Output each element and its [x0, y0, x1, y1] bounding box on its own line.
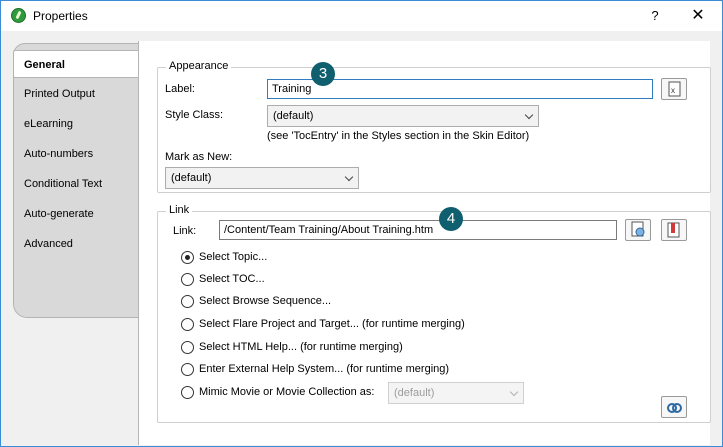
properties-dialog: Properties ? ✕ General Printed Output eL… — [0, 0, 723, 447]
appearance-legend: Appearance — [166, 60, 232, 72]
svg-text:x: x — [671, 86, 675, 95]
link-caption: Link: — [173, 225, 197, 237]
radio-label: Select TOC... — [199, 273, 265, 285]
mimic-movie-value: (default) — [394, 387, 435, 399]
mark-as-new-value: (default) — [171, 172, 212, 184]
callout-badge-4: 4 — [439, 207, 463, 231]
tab-conditional-text[interactable]: Conditional Text — [24, 178, 102, 190]
style-class-caption: Style Class: — [165, 109, 224, 121]
radio-label: Select Topic... — [199, 251, 268, 263]
tab-elearning[interactable]: eLearning — [24, 118, 73, 130]
mark-as-new-select[interactable]: (default) — [165, 167, 359, 189]
radio-label: Enter External Help System... (for runti… — [199, 363, 450, 375]
chevron-down-icon — [344, 172, 354, 182]
browse-link-button[interactable] — [625, 219, 651, 241]
callout-badge-3: 3 — [311, 62, 335, 86]
title-bar: Properties ? ✕ — [1, 1, 722, 31]
radio-label: Select Browse Sequence... — [199, 295, 332, 307]
radio-circle — [181, 251, 194, 264]
close-button[interactable]: ✕ — [683, 6, 713, 26]
chevron-down-icon — [524, 110, 534, 120]
link-input[interactable]: /Content/Team Training/About Training.ht… — [219, 220, 617, 240]
link-legend: Link — [166, 204, 193, 216]
tab-auto-numbers[interactable]: Auto-numbers — [24, 148, 93, 160]
help-button[interactable]: ? — [641, 6, 669, 26]
link-options-button[interactable] — [661, 396, 687, 418]
tab-auto-generate[interactable]: Auto-generate — [24, 208, 94, 220]
bookmark-icon — [667, 222, 680, 238]
radio-circle — [181, 295, 194, 308]
style-class-hint: (see 'TocEntry' in the Styles section in… — [267, 130, 530, 142]
tab-printed-output[interactable]: Printed Output — [24, 88, 95, 100]
tab-strip: General Printed Output eLearning Auto-nu… — [13, 43, 141, 318]
variable-icon: x — [668, 81, 681, 97]
browse-icon — [631, 221, 645, 237]
radio-circle — [181, 341, 194, 354]
variable-insert-button[interactable]: x — [661, 78, 687, 100]
link-chain-icon — [667, 403, 682, 413]
tab-general[interactable]: General — [13, 50, 141, 78]
chevron-down-icon — [509, 387, 519, 397]
window-title: Properties — [33, 9, 88, 23]
radio-label: Select HTML Help... (for runtime merging… — [199, 341, 403, 353]
radio-circle — [181, 386, 194, 399]
radio-circle — [181, 273, 194, 286]
flare-app-icon — [11, 8, 26, 23]
tab-advanced[interactable]: Advanced — [24, 238, 73, 250]
radio-label: Select Flare Project and Target... (for … — [199, 318, 465, 330]
mark-as-new-caption: Mark as New: — [165, 151, 233, 163]
radio-circle — [181, 363, 194, 376]
general-tab-content: Appearance Label: Training x Style Class… — [138, 41, 711, 445]
radio-label: Mimic Movie or Movie Collection as: — [199, 386, 375, 398]
label-caption: Label: — [165, 83, 195, 95]
mimic-movie-select[interactable]: (default) — [388, 382, 524, 404]
bookmark-button[interactable] — [661, 219, 687, 241]
style-class-value: (default) — [273, 110, 314, 122]
radio-circle — [181, 318, 194, 331]
style-class-select[interactable]: (default) — [267, 105, 539, 127]
